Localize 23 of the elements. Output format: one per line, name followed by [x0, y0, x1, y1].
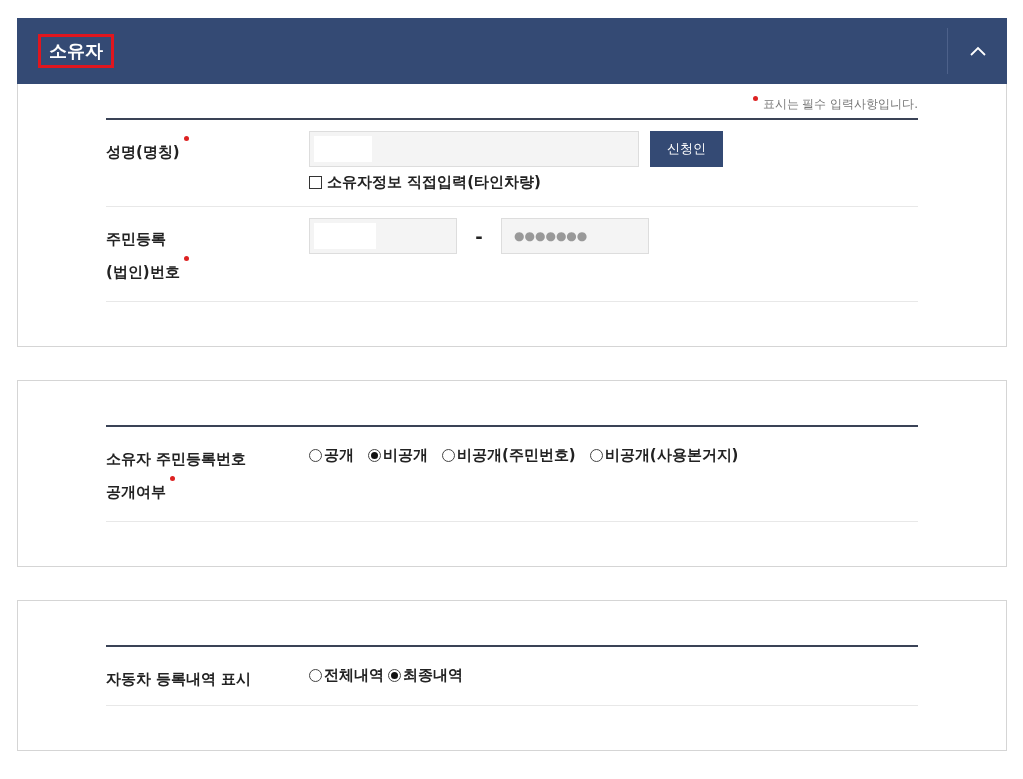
radio-option[interactable]: 최종내역	[388, 666, 463, 685]
radio-option[interactable]: 공개	[309, 446, 354, 465]
checkbox-icon[interactable]	[309, 176, 322, 189]
chevron-icon	[969, 46, 986, 56]
field-label: 성명(명칭)	[106, 143, 180, 161]
separator: -	[474, 225, 484, 247]
field-label: 자동차 등록내역 표시	[106, 670, 252, 688]
field-label: 주민등록	[106, 230, 166, 248]
radio-option[interactable]: 비공개(사용본거지)	[589, 446, 739, 465]
radio-option[interactable]: 전체내역	[309, 666, 384, 685]
applicant-button[interactable]: 신청인	[650, 131, 723, 167]
field-label: 소유자 주민등록번호	[106, 450, 247, 468]
id-field[interactable]	[309, 218, 457, 254]
required-mark	[752, 96, 758, 101]
checkbox-option[interactable]: 소유자정보 직접입력(타인차량)	[309, 173, 723, 192]
field-label: 공개여부	[106, 483, 166, 501]
panel-title: 소유자	[38, 34, 114, 68]
name-field[interactable]	[309, 131, 639, 167]
radio-option[interactable]: 비공개(주민번호)	[442, 446, 576, 465]
id-suffix-field[interactable]: ●●●●●●●	[501, 218, 649, 254]
field-label: (법인)번호	[106, 263, 180, 281]
radio-option[interactable]: 비공개	[368, 446, 428, 465]
required-note: 표시는 필수 입력사항입니다.	[762, 97, 918, 111]
